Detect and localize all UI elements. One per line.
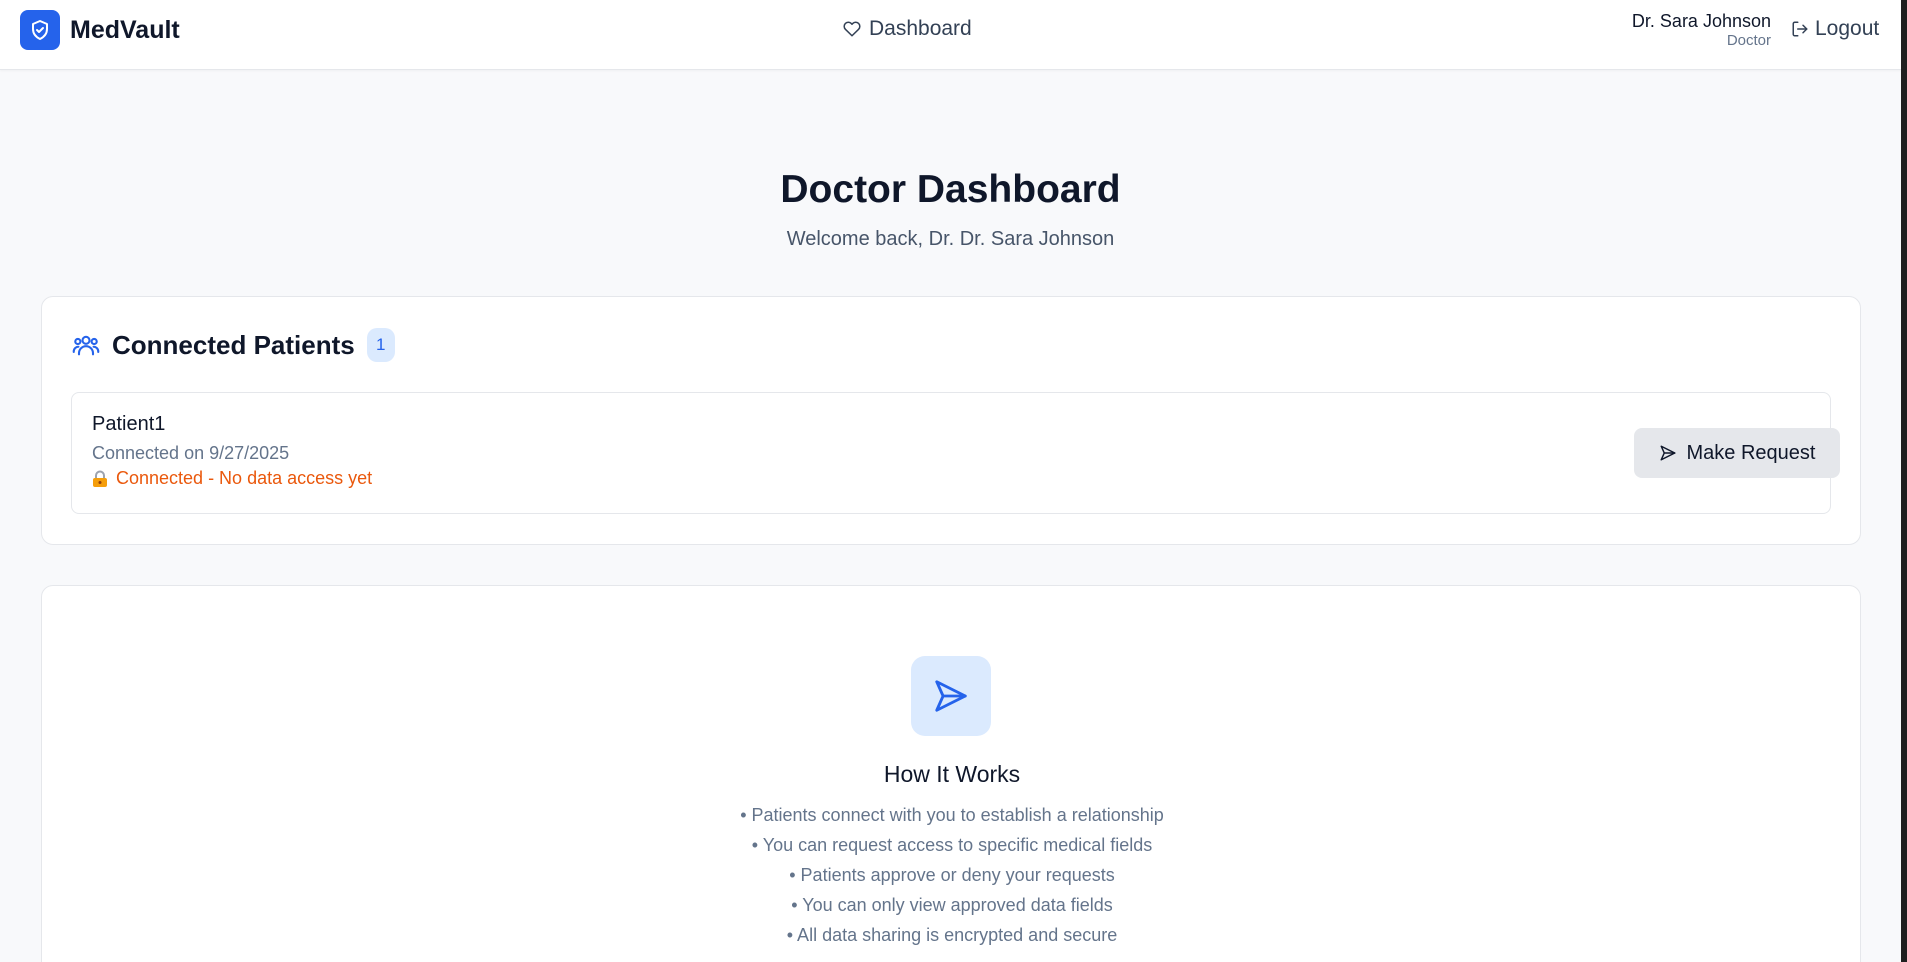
nav-dashboard-link[interactable]: Dashboard — [843, 17, 972, 41]
list-item: • All data sharing is encrypted and secu… — [786, 925, 1118, 945]
brand[interactable]: MedVault — [20, 10, 180, 50]
page-title: Doctor Dashboard — [780, 168, 1121, 211]
patient-access-status: Connected - No data access yet — [92, 468, 372, 489]
nav-dashboard-label: Dashboard — [869, 17, 972, 40]
list-item: • Patients approve or deny your requests — [789, 865, 1115, 885]
how-it-works-title: How It Works — [883, 761, 1021, 787]
user-role: Doctor — [1726, 32, 1771, 49]
list-item: • You can only view approved data fields — [791, 895, 1113, 915]
make-request-button[interactable]: Make Request — [1634, 428, 1840, 478]
send-icon — [911, 656, 991, 736]
patient-status-text: Connected - No data access yet — [116, 468, 373, 488]
patient-count-badge: 1 — [366, 328, 395, 362]
logout-button[interactable]: Logout — [1791, 17, 1879, 41]
connected-patients-card: Connected Patients 1 Patient1 Connected … — [41, 296, 1861, 545]
list-item: • You can request access to specific med… — [751, 835, 1153, 855]
patient-connected-date: Connected on 9/27/2025 — [92, 443, 290, 463]
connected-patients-title: Connected Patients — [112, 329, 355, 360]
patient-row: Patient1 Connected on 9/27/2025 Connecte… — [71, 392, 1840, 514]
page-subtitle: Welcome back, Dr. Dr. Sara Johnson — [786, 228, 1115, 250]
logout-label: Logout — [1815, 17, 1880, 40]
heart-icon — [843, 21, 861, 37]
connected-patients-header: Connected Patients 1 — [72, 328, 395, 362]
how-it-works-card: How It Works • Patients connect with you… — [41, 585, 1861, 962]
patient-name: Patient1 — [92, 413, 166, 435]
brand-name: MedVault — [70, 15, 180, 44]
make-request-label: Make Request — [1686, 441, 1816, 464]
logout-icon — [1792, 21, 1808, 37]
user-info: Dr. Sara Johnson Doctor — [1632, 10, 1771, 50]
how-it-works-list: • Patients connect with you to establish… — [42, 800, 1862, 950]
user-name: Dr. Sara Johnson — [1631, 11, 1771, 31]
list-item: • Patients connect with you to establish… — [740, 805, 1164, 825]
scrollbar[interactable] — [1901, 0, 1907, 962]
top-navbar: MedVault Dashboard Dr. Sara Johnson Doct… — [0, 0, 1901, 70]
shield-check-icon — [20, 10, 60, 50]
lock-icon — [93, 470, 107, 487]
users-icon — [72, 335, 100, 356]
send-icon — [1660, 445, 1676, 461]
